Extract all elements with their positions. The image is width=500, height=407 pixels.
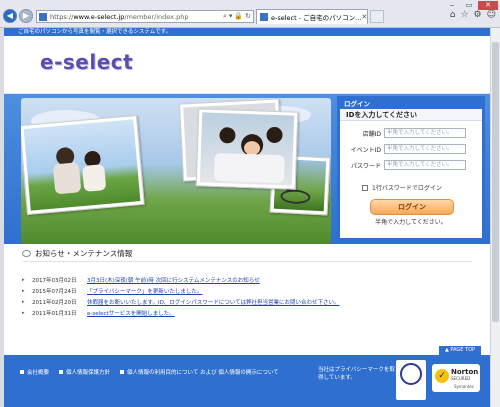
browser-tools: ⌂ ☆ ⚙ ☺ (450, 10, 496, 20)
news-item: ▸ 2015年07月24日 「プライバシーマーク」を更新いたしました。 (22, 285, 472, 296)
bullet-arrow-icon: ▸ (22, 276, 25, 283)
checkmark-icon: ✓ (435, 369, 449, 383)
tab-e-select[interactable]: e-select - ご自宅のパソコン... ✕ (256, 9, 368, 24)
tagline-bar: ご自宅のパソコンから写真を閲覧・選択できるシステムです。 (4, 28, 490, 36)
window-controls: ‒ ▭ ✕ (444, 1, 498, 10)
footer-link-label: 個人情報の利用目的について および 個人情報の開示について (127, 370, 279, 376)
norton-by: Symantec (454, 384, 475, 389)
footer-link-privacy-policy[interactable]: 個人情報保護方針 (59, 368, 110, 376)
news-link[interactable]: e-selectサービスを開始しました。 (87, 309, 175, 317)
footer-link-company[interactable]: 会社概要 (20, 368, 49, 376)
news-date: 2015年07月24日 (32, 288, 77, 295)
one-line-password-row: 1行パスワードでログイン (362, 183, 442, 192)
news-item: ▸ 2011年01月31日 e-selectサービスを開始しました。 (22, 307, 472, 318)
tab-title: e-select - ご自宅のパソコン... (271, 14, 362, 22)
news-item: ▸ 2017年03月02日 3月3日(木)深夜(朝 午前)時 次回に行システムメ… (22, 274, 472, 285)
square-bullet-icon (59, 370, 64, 374)
logo-band: e-select (4, 36, 490, 94)
bullet-arrow-icon: ▸ (22, 298, 25, 305)
password-field[interactable]: 半角で入力してください。 (384, 160, 466, 170)
news-list: ▸ 2017年03月02日 3月3日(木)深夜(朝 午前)時 次回に行システムメ… (22, 274, 472, 318)
gear-icon[interactable]: ⚙ (474, 10, 482, 20)
footer-link-label: 会社概要 (27, 370, 50, 376)
url-scheme: https:// (50, 12, 74, 21)
url-path: /member/index.php (124, 12, 189, 21)
footer-link-privacy-use[interactable]: 個人情報の利用目的について および 個人情報の開示について (120, 368, 279, 376)
browser-chrome: ‒ ▭ ✕ ◀ ▶ https:// www.e-select.jp /memb… (0, 0, 500, 28)
one-line-password-label: 1行パスワードでログイン (372, 185, 442, 192)
footer-link-label: 個人情報保護方針 (66, 370, 111, 376)
news-date: 2011年02月20日 (32, 299, 77, 306)
norton-secured-seal[interactable]: ✓ Norton SECURED Symantec (432, 364, 480, 392)
news-item: ▸ 2011年02月20日 休暇届をお断いいたします。ID、ログインパスワードに… (22, 296, 472, 307)
event-id-label: イベントID (350, 146, 381, 154)
store-id-field[interactable]: 半角で入力してください。 (384, 128, 466, 138)
star-icon[interactable]: ☆ (460, 10, 468, 20)
page-top-button[interactable]: ▲ PAGE TOP (439, 346, 481, 355)
login-header: ログイン (340, 99, 482, 109)
one-line-password-checkbox[interactable] (362, 184, 368, 191)
event-id-field[interactable]: 半角で入力してください。 (384, 144, 466, 154)
password-label: パスワード (350, 162, 381, 170)
vertical-scrollbar[interactable] (490, 28, 500, 407)
event-id-row: イベントID 半角で入力してください。 (340, 143, 482, 155)
store-id-label: 店舗ID (362, 130, 381, 138)
square-bullet-icon (20, 370, 24, 374)
store-id-row: 店舗ID 半角で入力してください。 (340, 127, 482, 139)
smiley-icon[interactable]: ☺ (487, 10, 496, 20)
news-date: 2011年01月31日 (32, 310, 77, 317)
password-row: パスワード 半角で入力してください。 (340, 159, 482, 171)
footer: 会社概要 個人情報保護方針 個人情報の利用目的について および 個人情報の開示に… (4, 355, 490, 407)
scrollbar-thumb[interactable] (492, 42, 499, 322)
back-arrow-icon[interactable]: ◀ (3, 9, 17, 23)
url-host: www.e-select.jp (73, 12, 125, 21)
footer-links: 会社概要 個人情報保護方針 個人情報の利用目的について および 個人情報の開示に… (20, 368, 279, 376)
norton-subtitle: SECURED (451, 376, 471, 381)
hero-image (21, 98, 331, 244)
news-link[interactable]: 休暇届をお断いいたします。ID、ログインパスワードについては弊社担当営業にお問い… (87, 298, 340, 306)
news-date: 2017年03月02日 (32, 277, 77, 284)
home-icon[interactable]: ⌂ (450, 10, 456, 20)
login-note: 半角で入力してください。 (375, 219, 447, 226)
address-tools: ⌕ ▾ 🔒 ↻ (223, 12, 253, 21)
privacy-mark-text: 当社はプライバシーマークを取得しています。 (318, 367, 395, 381)
news-title-text: お知らせ・メンテナンス情報 (35, 249, 133, 258)
maximize-button[interactable]: ▭ (461, 1, 477, 10)
login-subheader: IDを入力してください (340, 109, 482, 121)
bullet-arrow-icon: ▸ (22, 309, 25, 316)
norton-title: Norton (451, 368, 479, 376)
page-content: ご自宅のパソコンから写真を閲覧・選択できるシステムです。 e-select ログ… (4, 28, 490, 407)
login-panel: ログイン IDを入力してください 店舗ID 半角で入力してください。 イベントI… (337, 96, 485, 241)
tab-favicon-icon (260, 13, 268, 21)
hero-band: ログイン IDを入力してください 店舗ID 半角で入力してください。 イベントI… (4, 94, 490, 244)
refresh-icon[interactable]: ↻ (245, 12, 251, 21)
news-link[interactable]: 「プライバシーマーク」を更新いたしました。 (87, 287, 202, 295)
forward-arrow-icon[interactable]: ▶ (19, 9, 33, 23)
family-photo-3 (195, 108, 299, 190)
privacy-mark-emblem-icon (400, 363, 422, 385)
site-logo[interactable]: e-select (40, 50, 133, 74)
bullet-arrow-icon: ▸ (22, 287, 25, 294)
login-button[interactable]: ログイン (370, 199, 454, 215)
family-photo-1 (21, 115, 145, 215)
news-section: お知らせ・メンテナンス情報 ▸ 2017年03月02日 3月3日(木)深夜(朝 … (22, 249, 472, 318)
tab-close-icon[interactable]: ✕ (361, 13, 367, 21)
address-bar[interactable]: https:// www.e-select.jp /member/index.p… (36, 10, 254, 23)
news-title: お知らせ・メンテナンス情報 (22, 249, 472, 262)
dropdown-icon[interactable]: ▾ (229, 12, 233, 21)
speech-balloon-icon (22, 250, 31, 257)
privacy-mark-logo[interactable] (396, 360, 426, 400)
search-icon[interactable]: ⌕ (223, 12, 227, 21)
site-favicon-icon (39, 12, 47, 21)
lock-icon[interactable]: 🔒 (234, 12, 243, 21)
square-bullet-icon (120, 370, 125, 374)
close-window-button[interactable]: ✕ (478, 1, 498, 10)
news-link[interactable]: 3月3日(木)深夜(朝 午前)時 次回に行システムメンテナンスのお知らせ (87, 276, 260, 284)
minimize-button[interactable]: ‒ (444, 1, 460, 10)
new-tab-button[interactable] (370, 10, 384, 23)
